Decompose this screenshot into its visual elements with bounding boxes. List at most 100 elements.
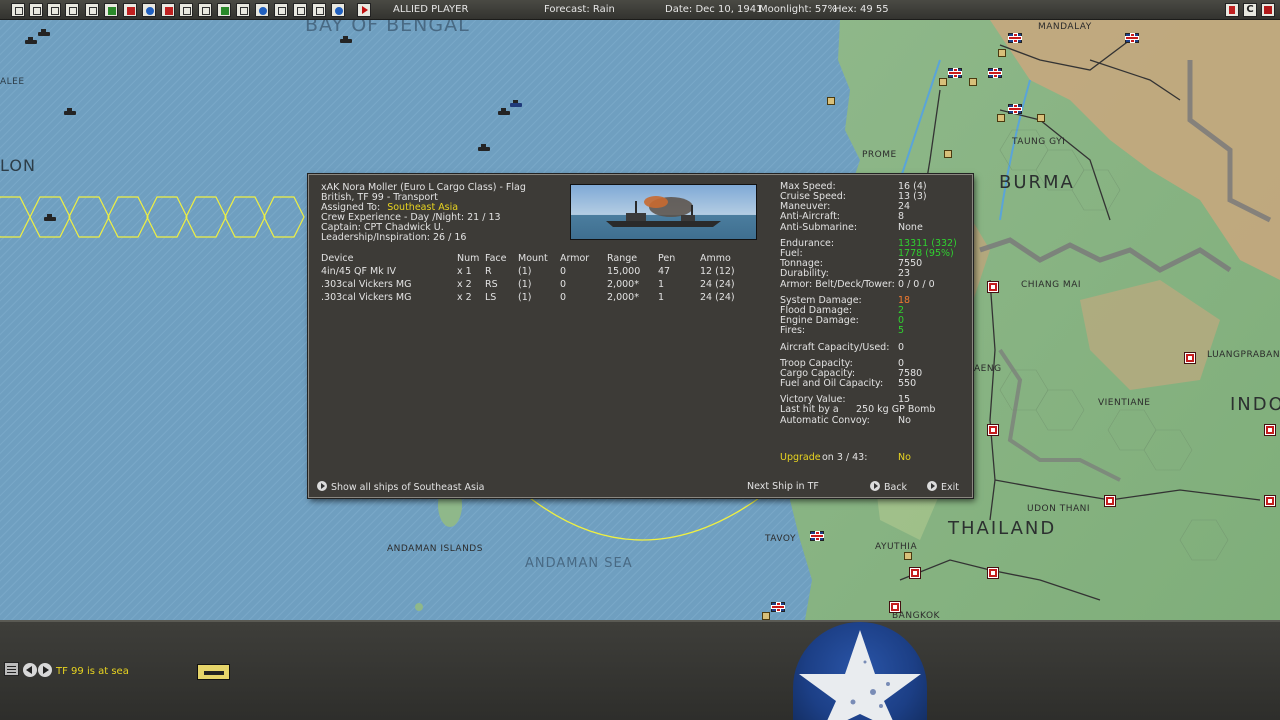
enemy-base-icon[interactable] [1264,495,1276,507]
stat-aircraft-capacity: Aircraft Capacity/Used: 0 [780,342,905,353]
device-range: 2,000* [607,292,639,303]
col-mount: Mount [518,253,548,264]
town-icon[interactable] [939,78,947,86]
device-ammo: 12 (12) [700,266,735,277]
allied-flag-icon[interactable] [1008,104,1022,114]
aeng-label: AENG [974,364,1002,374]
enemy-base-icon[interactable] [1184,352,1196,364]
next-ship-button[interactable]: Next Ship in TF [747,481,819,493]
show-all-ships-button[interactable]: Show all ships of Southeast Asia [317,481,484,494]
selected-task-force-icon[interactable] [44,214,56,221]
stat-last-hit: Last hit by a 250 kg GP Bomb [780,404,936,415]
town-icon[interactable] [1037,114,1045,122]
ship-unit-icon[interactable] [38,29,50,36]
upgrade-value: No [898,452,911,463]
toolbar-button-3[interactable] [47,3,61,17]
allied-flag-icon[interactable] [771,602,785,612]
ship-unit-icon[interactable] [498,108,510,115]
toolbar-button-15[interactable] [274,3,288,17]
device-mount: (1) [518,279,532,290]
allied-flag-icon[interactable] [988,68,1002,78]
toolbar-c-button[interactable]: C [1243,3,1257,17]
enemy-base-icon[interactable] [987,567,999,579]
toolbar-button-7[interactable] [123,3,137,17]
exit-button[interactable]: Exit [927,481,959,494]
toolbar-button-14[interactable] [255,3,269,17]
toolbar-button-4[interactable] [65,3,79,17]
ship-unit-icon[interactable] [340,36,352,43]
toolbar-button-13[interactable] [236,3,250,17]
enemy-base-icon[interactable] [909,567,921,579]
player-label: ALLIED PLAYER [393,4,469,15]
list-icon[interactable] [4,662,19,676]
enemy-base-icon[interactable] [1104,495,1116,507]
upgrade-row: Upgrade on 3 / 43: No [780,453,965,463]
device-ammo: 24 (24) [700,292,735,303]
enemy-base-icon[interactable] [1264,424,1276,436]
enemy-base-icon[interactable] [987,424,999,436]
ship-picture [570,184,757,240]
toolbar-button-16[interactable] [293,3,307,17]
device-row[interactable]: .303cal Vickers MG x 2 RS (1) 0 2,000* 1… [321,278,760,291]
close-game-button[interactable] [1261,3,1275,17]
stat-anti-submarine: Anti-Submarine: None [780,222,923,233]
toolbar-button-8[interactable] [142,3,156,17]
back-label: Back [884,482,908,493]
allied-flag-icon[interactable] [948,68,962,78]
ship-details-dialog: xAK Nora Moller (Euro L Cargo Class) - F… [308,174,973,498]
enemy-base-icon[interactable] [889,601,901,613]
device-row[interactable]: .303cal Vickers MG x 2 LS (1) 0 2,000* 1… [321,291,760,304]
toolbar-button-5[interactable] [85,3,99,17]
back-button[interactable]: Back [870,481,907,494]
toolbar-button-18[interactable] [331,3,345,17]
allied-flag-icon[interactable] [810,531,824,541]
arrow-right-icon [927,481,937,491]
toolbar-button-9[interactable] [161,3,175,17]
date-label: Date: Dec 10, 1941 [665,4,763,15]
device-face: R [485,266,492,277]
allied-flag-icon[interactable] [1125,33,1139,43]
flag-toggle-icon[interactable] [1225,3,1239,17]
ship-unit-icon[interactable] [25,37,37,44]
device-row[interactable]: 4in/45 QF Mk IV x 1 R (1) 0 15,000 47 12… [321,265,760,278]
toolbar-button-11[interactable] [198,3,212,17]
town-icon[interactable] [998,49,1006,57]
stat-anti-aircraft: Anti-Aircraft: 8 [780,211,905,222]
enemy-base-icon[interactable] [987,281,999,293]
town-icon[interactable] [904,552,912,560]
device-armor: 0 [560,292,567,303]
device-pen: 1 [658,279,665,290]
town-icon[interactable] [762,612,770,620]
ship-unit-icon[interactable] [478,144,490,151]
toolbar-button-12[interactable] [217,3,231,17]
device-armor: 0 [560,266,567,277]
moonlight-label: Moonlight: 57% [759,4,838,15]
end-turn-play-button[interactable] [357,3,371,17]
show-all-ships-label: Show all ships of Southeast Asia [331,482,485,493]
toolbar-button-1[interactable] [11,3,25,17]
town-icon[interactable] [827,97,835,105]
toolbar-button-6[interactable] [104,3,118,17]
task-force-status[interactable]: TF 99 is at sea [56,666,129,677]
town-icon[interactable] [997,114,1005,122]
upgrade-link[interactable]: Upgrade [780,453,821,463]
next-unit-button[interactable] [38,663,52,677]
toolbar-button-10[interactable] [179,3,193,17]
toolbar-button-17[interactable] [312,3,326,17]
previous-unit-button[interactable] [23,663,37,677]
device-num: x 1 [457,266,472,277]
device-table: Device Num Face Mount Armor Range Pen Am… [321,252,760,304]
ship-unit-icon[interactable] [510,100,522,107]
town-icon[interactable] [969,78,977,86]
allied-flag-icon[interactable] [1008,33,1022,43]
device-mount: (1) [518,292,532,303]
stat-fuel-oil-capacity: Fuel and Oil Capacity: 550 [780,378,917,389]
ship-unit-icon[interactable] [64,108,76,115]
bay-of-bengal-label: BAY OF BENGAL [305,20,470,36]
arrow-right-icon [870,481,880,491]
town-icon[interactable] [944,150,952,158]
device-num: x 2 [457,279,472,290]
task-force-ship-icon[interactable] [197,664,230,680]
toolbar-button-2[interactable] [29,3,43,17]
device-face: RS [485,279,498,290]
